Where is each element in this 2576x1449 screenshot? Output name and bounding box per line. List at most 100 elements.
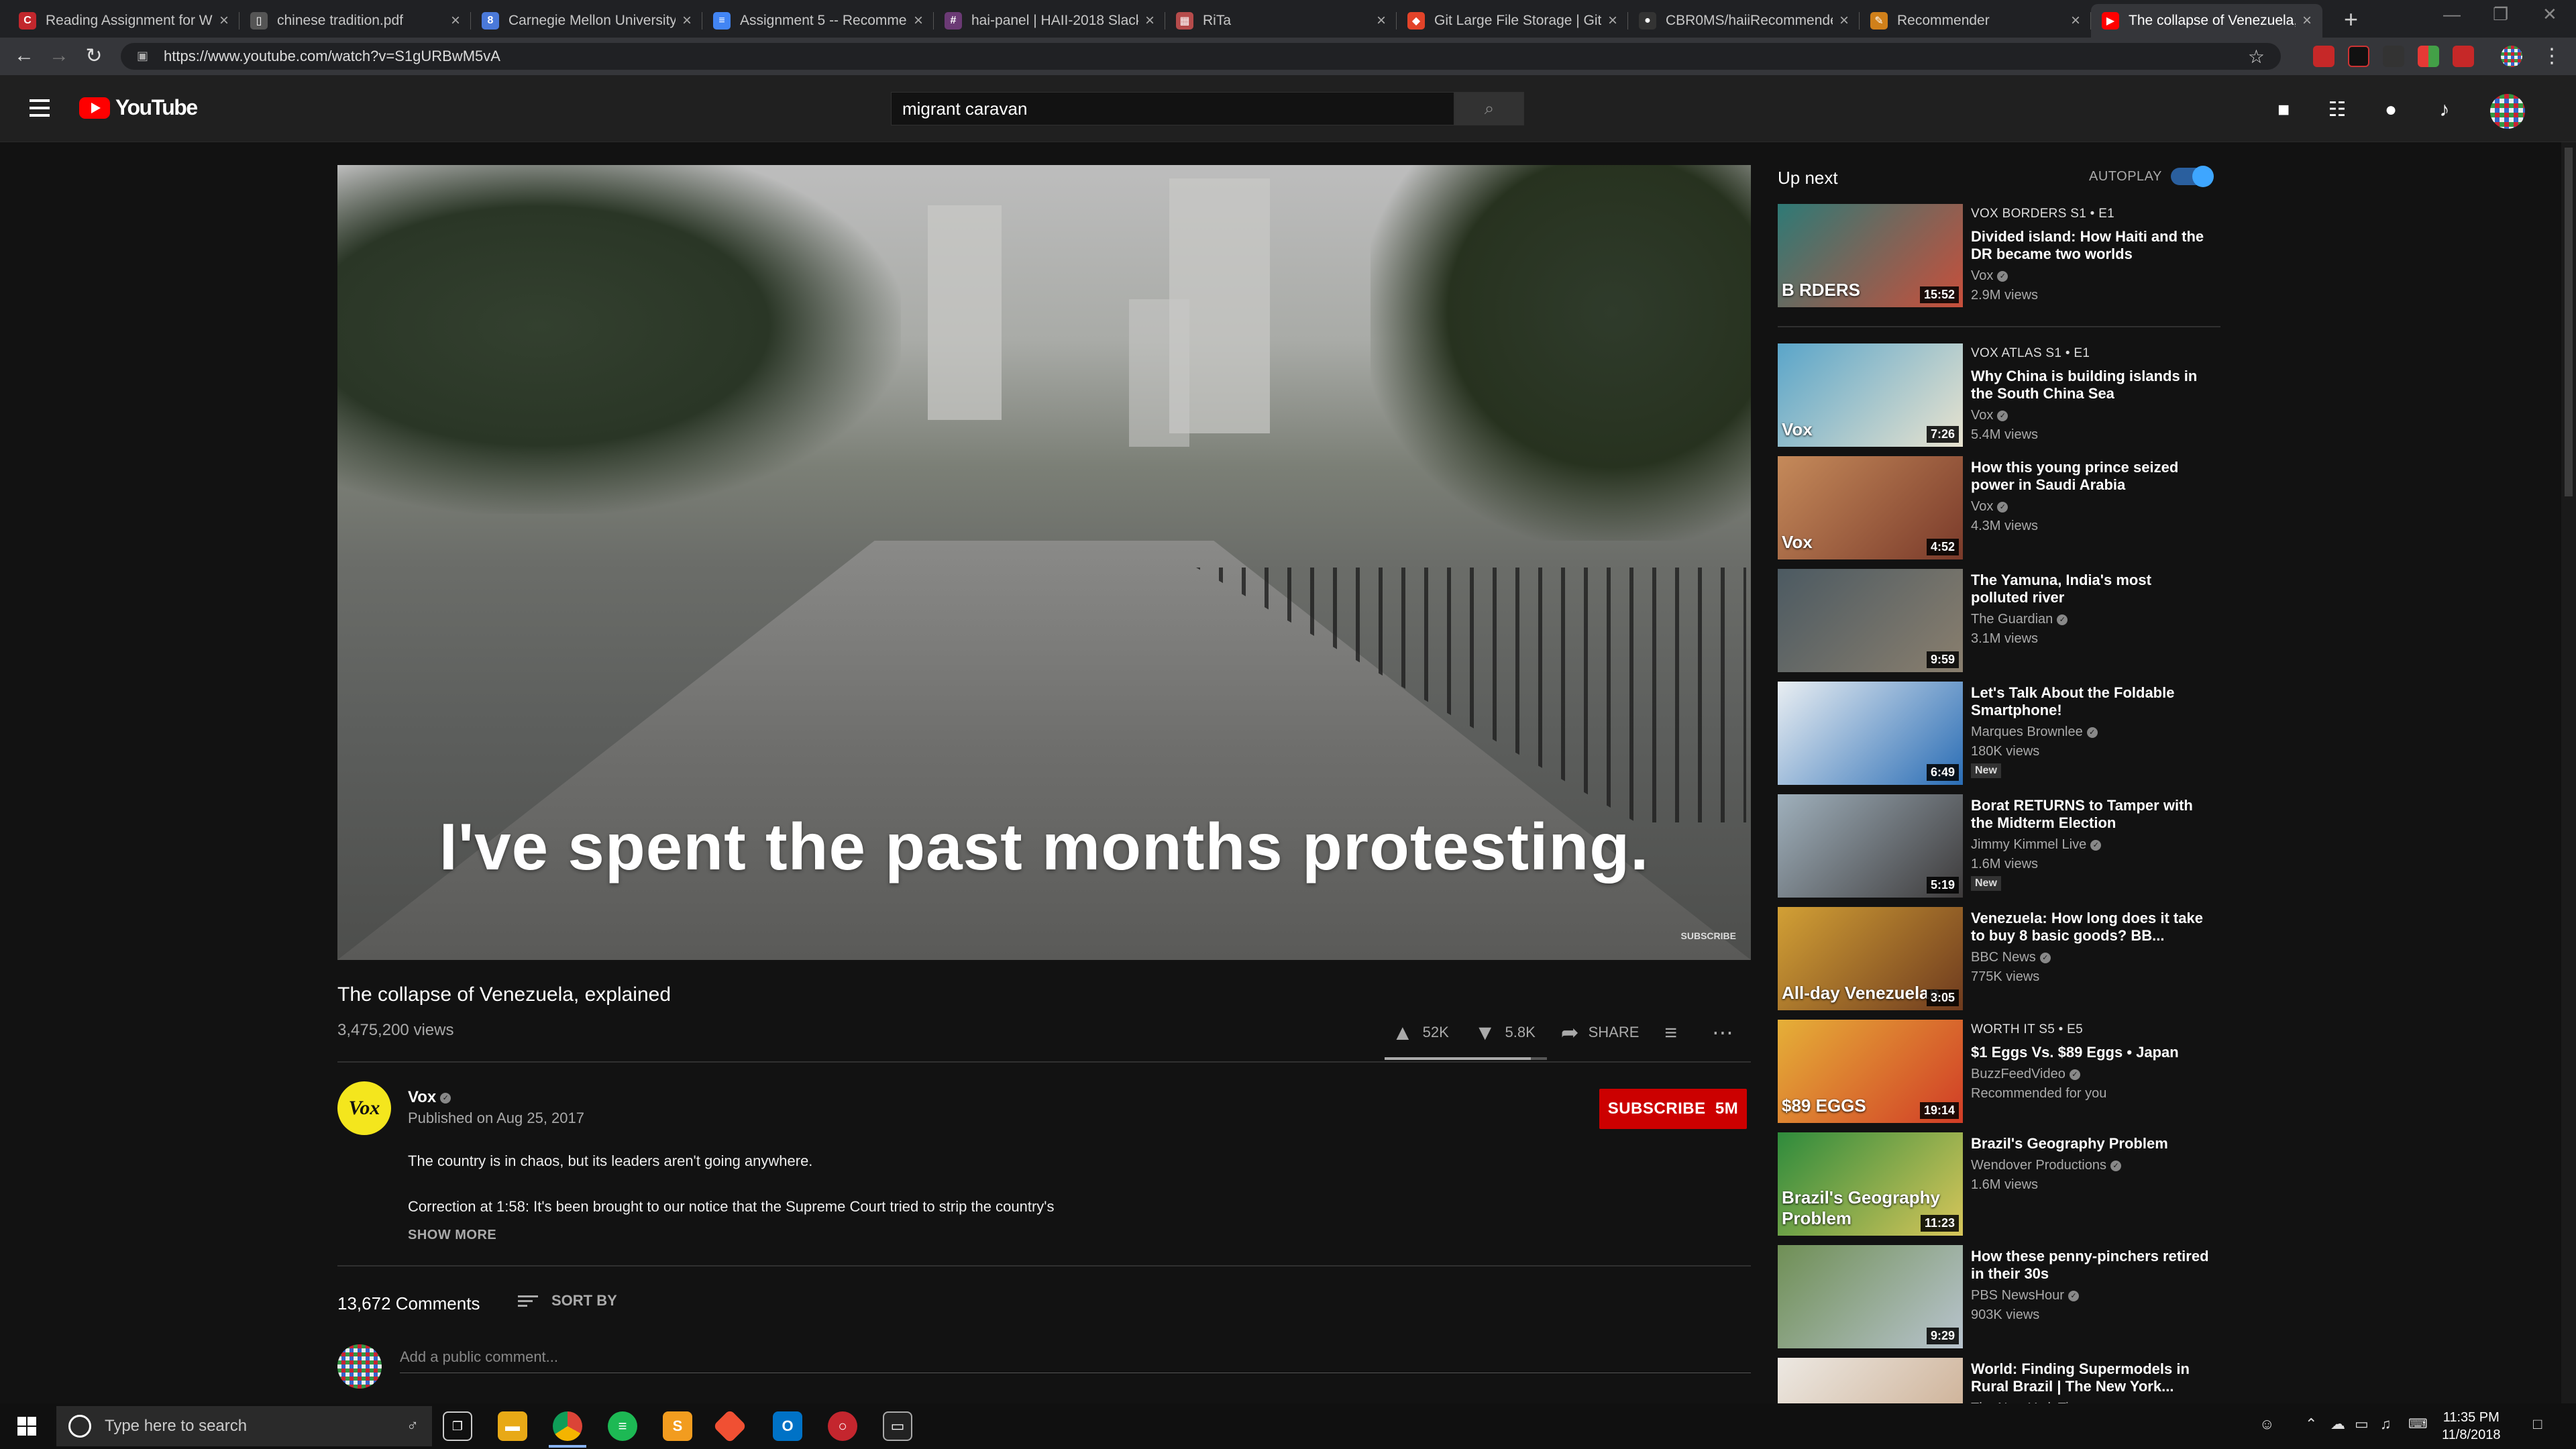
tab-close-icon[interactable]: × <box>451 11 460 30</box>
page-scrollbar[interactable] <box>2561 142 2576 1403</box>
video-thumbnail[interactable]: 9:59 <box>1778 569 1963 672</box>
app-icon[interactable]: ○ <box>828 1411 857 1441</box>
tab-close-icon[interactable]: × <box>2071 11 2080 30</box>
recommended-title[interactable]: World: Finding Supermodels in Rural Braz… <box>1971 1360 2212 1395</box>
video-thumbnail[interactable]: Vox 7:26 <box>1778 343 1963 447</box>
dislike-button[interactable]: ▼ 5.8K <box>1474 1020 1536 1045</box>
recommended-title[interactable]: Borat RETURNS to Tamper with the Midterm… <box>1971 797 2212 832</box>
search-input[interactable]: migrant caravan <box>891 92 1454 125</box>
task-view-icon[interactable]: ❐ <box>443 1411 472 1441</box>
recommended-title[interactable]: The Yamuna, India's most polluted river <box>1971 572 2212 606</box>
recommended-video[interactable]: 5:19 Borat RETURNS to Tamper with the Mid… <box>1778 794 2220 899</box>
show-more-button[interactable]: SHOW MORE <box>408 1228 496 1243</box>
keyboard-icon[interactable]: ⌨ <box>2408 1415 2428 1432</box>
address-bar[interactable]: ▣ https://www.youtube.com/watch?v=S1gURB… <box>121 43 2281 70</box>
extension-icon[interactable] <box>2453 46 2474 67</box>
onedrive-icon[interactable]: ☁ <box>2330 1415 2345 1433</box>
notification-center-icon[interactable]: □ <box>2533 1415 2542 1433</box>
channel-name[interactable]: Vox ✓ <box>408 1088 451 1107</box>
scrollbar-thumb[interactable] <box>2565 148 2573 496</box>
video-thumbnail[interactable]: 6:49 <box>1778 682 1963 785</box>
sort-comments-button[interactable]: SORT BY <box>518 1292 617 1309</box>
extension-icon[interactable] <box>2313 46 2334 67</box>
tab-close-icon[interactable]: × <box>682 11 692 30</box>
chrome-menu-icon[interactable]: ⋮ <box>2540 44 2564 68</box>
taskbar-search[interactable]: Type here to search ♂ <box>56 1406 432 1446</box>
save-to-playlist-button[interactable]: ≡ <box>1664 1020 1686 1045</box>
recommended-video[interactable]: Vox 7:26 VOX ATLAS S1 • E1 Why China is bui… <box>1778 343 2220 448</box>
microphone-icon[interactable]: ♂ <box>407 1417 419 1436</box>
messages-icon[interactable]: ● <box>2379 98 2403 122</box>
tab-close-icon[interactable]: × <box>1145 11 1155 30</box>
subscribe-watermark[interactable]: SUBSCRIBE <box>1681 930 1736 941</box>
browser-tab[interactable]: ≡ Assignment 5 -- Recomme × <box>702 4 934 38</box>
recommended-video[interactable]: B RDERS 15:52 VOX BORDERS S1 • E1 Divided i… <box>1778 204 2220 309</box>
search-button[interactable]: ⌕ <box>1454 92 1524 125</box>
browser-tab[interactable]: ◆ Git Large File Storage | Git L × <box>1397 4 1628 38</box>
close-window-button[interactable]: ✕ <box>2542 4 2557 25</box>
bookmark-star-icon[interactable]: ☆ <box>2248 46 2265 68</box>
sublime-text-icon[interactable]: S <box>663 1411 692 1441</box>
recommended-title[interactable]: How these penny-pinchers retired in thei… <box>1971 1248 2212 1283</box>
video-thumbnail[interactable]: $89 EGGS 19:14 <box>1778 1020 1963 1123</box>
tab-close-icon[interactable]: × <box>1839 11 1849 30</box>
recommended-title[interactable]: Venezuela: How long does it take to buy … <box>1971 910 2212 945</box>
recommended-title[interactable]: Let's Talk About the Foldable Smartphone… <box>1971 684 2212 719</box>
video-thumbnail[interactable]: 9:29 <box>1778 1245 1963 1348</box>
recommended-video[interactable]: 9:59 The Yamuna, India's most polluted ri… <box>1778 569 2220 674</box>
people-icon[interactable]: ☺ <box>2259 1415 2274 1433</box>
forward-button[interactable]: → <box>47 44 71 67</box>
video-player[interactable]: I've spent the past months protesting. S… <box>337 165 1751 960</box>
create-video-icon[interactable]: ■ <box>2271 98 2296 122</box>
video-thumbnail[interactable]: Vox 4:52 <box>1778 456 1963 559</box>
video-thumbnail[interactable]: 5:19 <box>1778 794 1963 898</box>
extension-icon[interactable] <box>2348 46 2369 67</box>
video-thumbnail[interactable]: All-day Venezuelan 3:05 <box>1778 907 1963 1010</box>
browser-tab[interactable]: C Reading Assignment for We × <box>8 4 239 38</box>
video-thumbnail[interactable]: B RDERS 15:52 <box>1778 204 1963 307</box>
account-avatar[interactable] <box>2490 94 2525 129</box>
extension-icon[interactable] <box>2383 46 2404 67</box>
channel-avatar[interactable]: Vox <box>337 1081 391 1135</box>
file-explorer-icon[interactable]: ▬ <box>498 1411 527 1441</box>
tab-close-icon[interactable]: × <box>2302 11 2312 30</box>
recommended-video[interactable]: 9:29 How these penny-pinchers retired in … <box>1778 1245 2220 1350</box>
subscribe-button[interactable]: SUBSCRIBE 5M <box>1599 1089 1747 1129</box>
browser-tab[interactable]: ✎ Recommender × <box>1860 4 2091 38</box>
terminal-icon[interactable]: ▭ <box>883 1411 912 1441</box>
minimize-button[interactable]: — <box>2443 4 2461 25</box>
browser-tab[interactable]: ● CBR0MS/haiiRecommende × <box>1628 4 1860 38</box>
like-button[interactable]: ▲ 52K <box>1392 1020 1449 1045</box>
volume-icon[interactable]: ♫ <box>2380 1415 2392 1433</box>
autoplay-toggle[interactable] <box>2171 166 2214 187</box>
browser-tab[interactable]: # hai-panel | HAII-2018 Slack × <box>934 4 1165 38</box>
recommended-title[interactable]: $1 Eggs Vs. $89 Eggs • Japan <box>1971 1044 2212 1061</box>
back-button[interactable]: ← <box>12 44 36 67</box>
recommended-title[interactable]: Brazil's Geography Problem <box>1971 1135 2212 1152</box>
recommended-video[interactable]: All-day Venezuelan 3:05 Venezuela: How lon… <box>1778 907 2220 1012</box>
more-actions-button[interactable]: ⋯ <box>1712 1020 1743 1045</box>
extension-icon[interactable] <box>2418 46 2439 67</box>
maximize-button[interactable]: ❐ <box>2493 4 2508 25</box>
tray-chevron-icon[interactable]: ⌃ <box>2305 1415 2317 1433</box>
system-clock[interactable]: 11:35 PM 11/8/2018 <box>2442 1409 2501 1444</box>
recommended-video[interactable]: 6:49 Let's Talk About the Foldable Smartp… <box>1778 682 2220 786</box>
recommended-title[interactable]: How this young prince seized power in Sa… <box>1971 459 2212 494</box>
browser-tab[interactable]: ▯ chinese tradition.pdf × <box>239 4 471 38</box>
tab-close-icon[interactable]: × <box>1608 11 1617 30</box>
tab-close-icon[interactable]: × <box>1377 11 1386 30</box>
browser-tab[interactable]: ▦ RiTa × <box>1165 4 1397 38</box>
network-icon[interactable]: ▭ <box>2355 1415 2369 1433</box>
new-tab-button[interactable]: + <box>2344 5 2358 34</box>
outlook-icon[interactable]: O <box>773 1411 802 1441</box>
browser-tab[interactable]: ▶ The collapse of Venezuela, e × <box>2091 4 2322 38</box>
browser-tab[interactable]: 8 Carnegie Mellon University × <box>471 4 702 38</box>
chrome-icon[interactable] <box>553 1411 582 1441</box>
profile-avatar[interactable] <box>2501 46 2522 67</box>
recommended-video[interactable]: $89 EGGS 19:14 WORTH IT S5 • E5 $1 Eggs Vs.… <box>1778 1020 2220 1124</box>
spotify-icon[interactable]: ≡ <box>608 1411 637 1441</box>
apps-grid-icon[interactable]: ☷ <box>2325 98 2349 122</box>
recommended-video[interactable]: Vox 4:52 How this young prince seized powe… <box>1778 456 2220 561</box>
git-icon[interactable] <box>712 1409 747 1444</box>
comment-input[interactable]: Add a public comment... <box>400 1348 558 1366</box>
